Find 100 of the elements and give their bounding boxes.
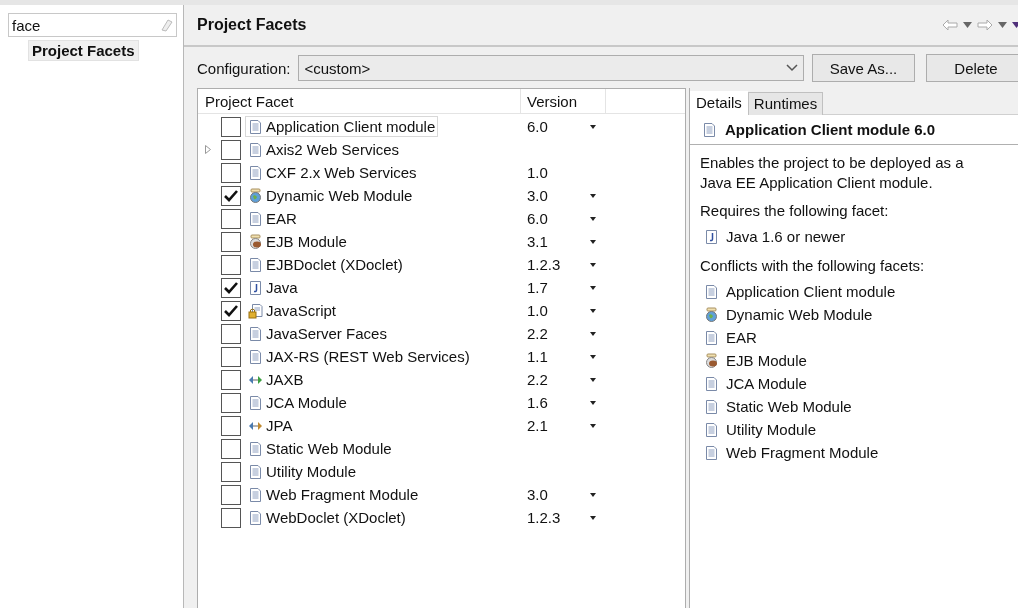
chevron-down-icon[interactable] xyxy=(786,64,798,72)
dropdown-caret-icon[interactable] xyxy=(590,423,596,428)
dropdown-caret-icon[interactable] xyxy=(590,354,596,359)
checkbox[interactable] xyxy=(221,438,241,459)
tab[interactable]: Runtimes xyxy=(747,92,824,115)
checkbox[interactable] xyxy=(221,300,241,321)
version-cell[interactable]: 1.2.3 xyxy=(527,256,561,273)
tab[interactable]: Details xyxy=(690,91,748,116)
facet-item[interactable]: JavaScript xyxy=(245,300,340,321)
dropdown-caret-icon[interactable] xyxy=(590,193,596,198)
facet-item[interactable]: Application Client module xyxy=(245,116,439,137)
document-icon xyxy=(248,463,263,480)
facet-name: Utility Module xyxy=(726,421,817,438)
checkbox[interactable] xyxy=(221,507,241,528)
version-cell[interactable]: 1.6 xyxy=(527,394,548,411)
column-header[interactable]: Project Facet xyxy=(198,89,521,113)
facet-item[interactable]: JAX-RS (REST Web Services) xyxy=(245,346,473,367)
facet-item[interactable]: Dynamic Web Module xyxy=(245,185,416,206)
configuration-label: Configuration: xyxy=(197,59,291,77)
dropdown-caret-icon[interactable] xyxy=(590,262,596,267)
facet-item[interactable]: Static Web Module xyxy=(245,438,395,459)
checkbox[interactable] xyxy=(221,369,241,390)
dropdown-caret-icon[interactable] xyxy=(590,400,596,405)
checkbox[interactable] xyxy=(221,254,241,275)
checkbox[interactable] xyxy=(221,415,241,436)
checkbox[interactable] xyxy=(221,323,241,344)
version-cell[interactable]: 1.0 xyxy=(527,164,548,181)
facet-item[interactable]: EJBDoclet (XDoclet) xyxy=(245,254,406,275)
document-icon xyxy=(704,421,719,438)
dropdown-caret-icon[interactable] xyxy=(590,124,596,129)
globe-jar-icon xyxy=(704,306,719,323)
facet-item[interactable]: Web Fragment Module xyxy=(245,484,422,505)
version-cell[interactable]: 3.0 xyxy=(527,486,548,503)
checkbox[interactable] xyxy=(221,116,241,137)
column-header[interactable]: Version xyxy=(521,89,606,113)
facet-item[interactable]: JAXB xyxy=(245,369,307,390)
document-icon xyxy=(248,394,263,411)
facet-item[interactable]: WebDoclet (XDoclet) xyxy=(245,507,409,528)
facet-item[interactable]: JPA xyxy=(245,415,296,436)
facet-item[interactable]: EJB Module xyxy=(245,231,350,252)
version-cell[interactable]: 1.2.3 xyxy=(527,509,561,526)
document-icon xyxy=(704,444,719,461)
checkbox[interactable] xyxy=(221,484,241,505)
document-icon xyxy=(248,486,263,503)
version-cell[interactable]: 1.0 xyxy=(527,302,548,319)
version-cell[interactable]: 3.1 xyxy=(527,233,548,250)
dropdown-caret-icon[interactable] xyxy=(590,377,596,382)
facet-item[interactable]: CXF 2.x Web Services xyxy=(245,162,420,183)
dropdown-caret-icon[interactable] xyxy=(590,492,596,497)
java-file-icon xyxy=(704,228,719,245)
facet-name: EAR xyxy=(726,329,757,346)
push-button[interactable]: Delete xyxy=(926,54,1018,82)
checkbox[interactable] xyxy=(221,185,241,206)
dropdown-caret-icon[interactable] xyxy=(590,331,596,336)
checkbox[interactable] xyxy=(221,208,241,229)
version-cell[interactable]: 6.0 xyxy=(527,210,548,227)
filter-field[interactable]: face xyxy=(8,13,177,37)
document-icon xyxy=(248,325,263,342)
facet-item[interactable]: EAR xyxy=(245,208,300,229)
checkbox[interactable] xyxy=(221,162,241,183)
dropdown-caret-icon[interactable] xyxy=(590,239,596,244)
checkbox[interactable] xyxy=(221,277,241,298)
tree-item[interactable]: Project Facets xyxy=(28,40,139,61)
document-icon xyxy=(704,375,719,392)
dropdown-caret-icon[interactable] xyxy=(590,216,596,221)
dropdown-caret-icon[interactable] xyxy=(590,285,596,290)
version-cell[interactable]: 2.2 xyxy=(527,371,548,388)
document-icon xyxy=(248,141,263,158)
facet-item[interactable]: JCA Module xyxy=(245,392,350,413)
details-title: Application Client module 6.0 xyxy=(725,121,936,138)
requires-label: Requires the following facet: xyxy=(699,201,890,221)
facet-name: EJB Module xyxy=(726,352,807,369)
page-title: Project Facets xyxy=(197,16,307,34)
facet-item[interactable]: Utility Module xyxy=(245,461,360,482)
checkbox[interactable] xyxy=(221,139,241,160)
checkbox[interactable] xyxy=(221,346,241,367)
facet-item[interactable]: Axis2 Web Services xyxy=(245,139,403,160)
document-icon xyxy=(248,164,263,181)
version-cell[interactable]: 1.7 xyxy=(527,279,548,296)
version-cell[interactable]: 2.2 xyxy=(527,325,548,342)
dropdown-caret-icon[interactable] xyxy=(590,515,596,520)
dropdown-caret-icon[interactable] xyxy=(590,308,596,313)
facet-item[interactable]: JavaServer Faces xyxy=(245,323,390,344)
facet-item[interactable]: Java xyxy=(245,277,301,298)
checkbox[interactable] xyxy=(221,392,241,413)
checkbox[interactable] xyxy=(221,461,241,482)
version-cell[interactable]: 1.1 xyxy=(527,348,548,365)
document-icon xyxy=(248,118,263,135)
version-cell[interactable]: 3.0 xyxy=(527,187,548,204)
push-button[interactable]: Save As... xyxy=(812,54,915,82)
version-cell[interactable]: 2.1 xyxy=(527,417,548,434)
document-icon xyxy=(248,348,263,365)
configuration-dropdown[interactable]: <custom> xyxy=(298,55,804,81)
facet-description: Enables the project to be deployed as a Java EE Application Client module. xyxy=(699,153,965,193)
locked-document-icon xyxy=(248,302,263,319)
bean-jar-icon xyxy=(248,233,263,250)
document-icon xyxy=(248,256,263,273)
version-cell[interactable]: 6.0 xyxy=(527,118,548,135)
expand-arrow-icon[interactable] xyxy=(205,145,211,154)
checkbox[interactable] xyxy=(221,231,241,252)
